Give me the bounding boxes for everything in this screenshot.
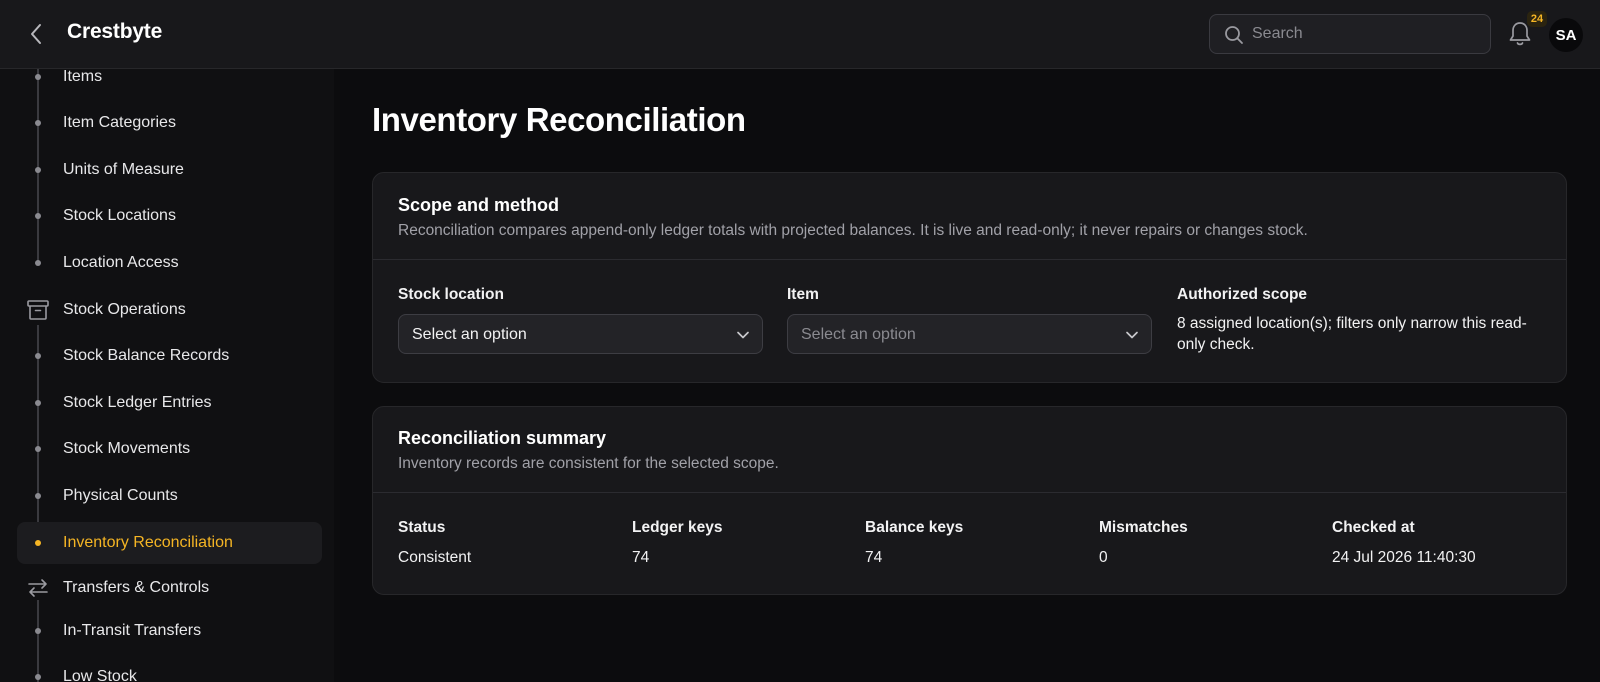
- back-button[interactable]: [22, 20, 50, 48]
- item-label: Item: [787, 286, 819, 303]
- search-box[interactable]: [1209, 14, 1491, 54]
- sidebar-item-inventory-reconciliation[interactable]: Inventory Reconciliation: [17, 522, 322, 564]
- stock-location-select[interactable]: Select an option: [398, 314, 763, 354]
- sidebar-item-in-transit-transfers[interactable]: In-Transit Transfers: [17, 610, 322, 652]
- tree-dot: [35, 446, 41, 452]
- sidebar-item-label: Inventory Reconciliation: [63, 534, 233, 551]
- summary-checked-at: Checked at 24 Jul 2026 11:40:30: [1332, 519, 1476, 567]
- chevron-left-icon: [31, 24, 41, 44]
- item-select[interactable]: Select an option: [787, 314, 1152, 354]
- authorized-scope-text: 8 assigned location(s); filters only nar…: [1177, 315, 1527, 353]
- brand-name: Crestbyte: [67, 20, 163, 43]
- avatar[interactable]: SA: [1549, 18, 1583, 52]
- summary-value: 0: [1099, 549, 1108, 566]
- sidebar-item-stock-locations[interactable]: Stock Locations: [17, 195, 322, 237]
- sidebar-item-item-categories[interactable]: Item Categories: [17, 102, 322, 144]
- sidebar-item-label: Stock Balance Records: [63, 347, 230, 364]
- select-placeholder: Select an option: [801, 326, 916, 343]
- sidebar-item-label: Transfers & Controls: [63, 579, 210, 596]
- page-title: Inventory Reconciliation: [372, 101, 746, 138]
- summary-label: Ledger keys: [632, 519, 723, 536]
- summary-value: 24 Jul 2026 11:40:30: [1332, 549, 1476, 566]
- summary-status: Status Consistent: [398, 519, 471, 567]
- sidebar: Items Item Categories Units of Measure S…: [0, 69, 334, 682]
- card-title: Reconciliation summary: [398, 428, 607, 448]
- chevron-down-icon: [1126, 331, 1138, 339]
- sidebar-item-label: Units of Measure: [63, 161, 184, 178]
- summary-label: Checked at: [1332, 519, 1415, 536]
- summary-mismatches: Mismatches 0: [1099, 519, 1188, 567]
- card-description: Reconciliation compares append-only ledg…: [398, 222, 1308, 239]
- sidebar-item-location-access[interactable]: Location Access: [17, 242, 322, 284]
- divider: [373, 259, 1566, 260]
- tree-dot: [35, 493, 41, 499]
- authorized-scope-label: Authorized scope: [1177, 286, 1308, 303]
- sidebar-item-stock-movements[interactable]: Stock Movements: [17, 428, 322, 470]
- sidebar-item-label: Low Stock: [63, 668, 137, 682]
- stock-location-label: Stock location: [398, 286, 504, 303]
- notification-badge: 24: [1527, 11, 1547, 27]
- select-value: Select an option: [412, 326, 527, 343]
- tree-dot: [35, 74, 41, 80]
- tree-dot: [35, 540, 41, 546]
- tree-dot: [35, 628, 41, 634]
- summary-label: Balance keys: [865, 519, 964, 536]
- sidebar-item-stock-ledger-entries[interactable]: Stock Ledger Entries: [17, 382, 322, 424]
- sidebar-item-label: Item Categories: [63, 114, 176, 131]
- summary-value: 74: [632, 549, 650, 566]
- chevron-down-icon: [737, 331, 749, 339]
- summary-label: Status: [398, 519, 446, 536]
- tree-dot: [35, 353, 41, 359]
- summary-balance-keys: Balance keys 74: [865, 519, 963, 567]
- tree-dot: [35, 167, 41, 173]
- summary-value: 74: [865, 549, 883, 566]
- sidebar-group-stock-operations[interactable]: Stock Operations: [17, 289, 322, 331]
- summary-card: Reconciliation summary Inventory records…: [372, 406, 1567, 595]
- archive-icon: [27, 300, 49, 320]
- summary-ledger-keys: Ledger keys 74: [632, 519, 722, 567]
- sidebar-item-label: Items: [63, 69, 103, 85]
- search-input[interactable]: [1252, 15, 1482, 53]
- tree-dot: [35, 120, 41, 126]
- tree-dot: [35, 674, 41, 680]
- sidebar-item-label: Stock Locations: [63, 207, 176, 224]
- scope-card: Scope and method Reconciliation compares…: [372, 172, 1567, 383]
- summary-label: Mismatches: [1099, 519, 1188, 536]
- card-title: Scope and method: [398, 195, 560, 215]
- sidebar-item-label: Stock Movements: [63, 440, 191, 457]
- top-bar: Crestbyte 24 SA: [0, 0, 1600, 69]
- transfer-arrows-icon: [28, 579, 48, 597]
- card-description: Inventory records are consistent for the…: [398, 455, 779, 472]
- sidebar-group-transfers-controls[interactable]: Transfers & Controls: [17, 567, 322, 609]
- tree-dot: [35, 400, 41, 406]
- sidebar-item-label: Stock Operations: [63, 301, 186, 318]
- sidebar-item-units-of-measure[interactable]: Units of Measure: [17, 149, 322, 191]
- sidebar-item-low-stock[interactable]: Low Stock: [17, 656, 322, 682]
- search-icon: [1225, 26, 1243, 44]
- summary-value: Consistent: [398, 549, 472, 566]
- sidebar-item-label: In-Transit Transfers: [63, 622, 202, 639]
- sidebar-item-items[interactable]: Items: [17, 69, 322, 98]
- tree-dot: [35, 260, 41, 266]
- sidebar-item-label: Physical Counts: [63, 487, 178, 504]
- sidebar-item-label: Stock Ledger Entries: [63, 394, 212, 411]
- sidebar-item-stock-balance-records[interactable]: Stock Balance Records: [17, 335, 322, 377]
- sidebar-item-physical-counts[interactable]: Physical Counts: [17, 475, 322, 517]
- sidebar-item-label: Location Access: [63, 254, 179, 271]
- tree-dot: [35, 213, 41, 219]
- divider: [373, 492, 1566, 493]
